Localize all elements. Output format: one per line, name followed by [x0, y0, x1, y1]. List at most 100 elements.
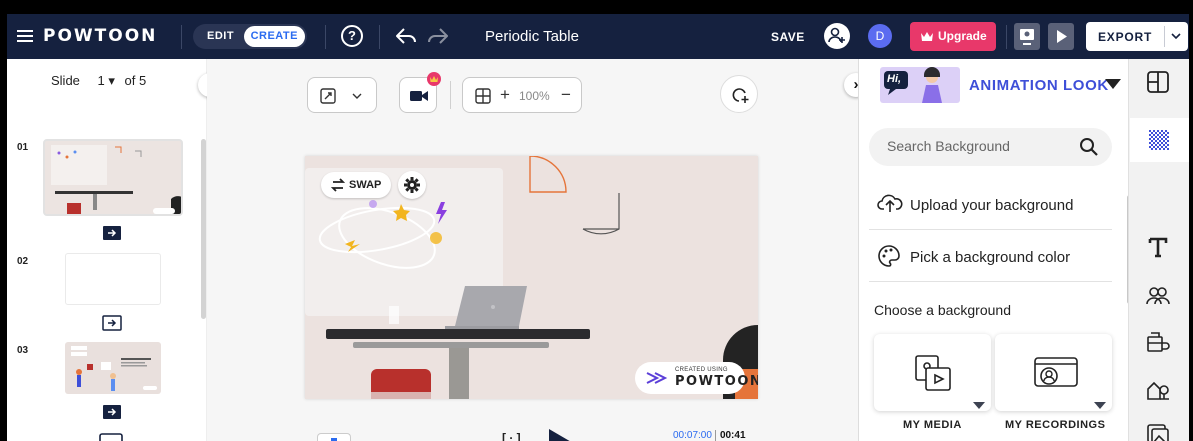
upgrade-button[interactable]: Upgrade — [910, 22, 996, 51]
animation-look-thumbnail[interactable]: Hi, — [880, 67, 960, 103]
recordings-icon — [1034, 357, 1078, 387]
swap-label: SWAP — [349, 179, 382, 191]
slide-number: 03 — [17, 345, 29, 356]
powtoon-logo-icon — [646, 372, 668, 384]
total-time: 00:41 — [714, 430, 746, 441]
slide-stage[interactable]: SWAP CREATED USING POWTOON — [305, 156, 758, 399]
crown-icon — [427, 72, 441, 86]
scenes-icon[interactable] — [1145, 377, 1171, 403]
badge-brand: POWTOON — [675, 374, 758, 389]
add-user-icon[interactable] — [824, 23, 850, 49]
play-icon[interactable] — [547, 429, 573, 441]
add-icon — [732, 88, 749, 103]
created-using-badge: CREATED USING POWTOON — [635, 362, 758, 394]
chevron-down-icon — [352, 93, 362, 99]
undo-icon[interactable] — [395, 26, 417, 46]
mode-toggle[interactable]: EDIT CREATE — [193, 24, 307, 49]
animation-look-title[interactable]: ANIMATION LOOK — [969, 77, 1109, 94]
palette-icon — [878, 245, 900, 267]
look-thumb-text: Hi, — [887, 73, 902, 85]
slide-total: of 5 — [124, 73, 147, 88]
grid-icon[interactable] — [475, 88, 491, 104]
checker-pattern-icon — [1149, 130, 1169, 150]
divider — [325, 25, 326, 49]
divider — [1164, 26, 1165, 47]
redo-icon[interactable] — [427, 26, 449, 46]
edit-mode-button[interactable]: EDIT — [207, 30, 234, 42]
transition-icon[interactable] — [99, 433, 123, 441]
chevron-down-icon[interactable] — [1170, 29, 1182, 43]
search-field[interactable] — [869, 128, 1112, 166]
my-media-card[interactable] — [874, 334, 991, 411]
create-mode-button[interactable]: CREATE — [243, 26, 305, 47]
swap-button[interactable]: SWAP — [321, 172, 392, 198]
powtoon-editor: POWTOON EDIT CREATE ? Periodic Table SAV… — [7, 14, 1189, 441]
transition-icon[interactable] — [102, 315, 122, 331]
record-button[interactable] — [399, 72, 441, 113]
choose-background-heading: Choose a background — [874, 302, 1011, 318]
export-label: EXPORT — [1098, 30, 1153, 44]
upgrade-label: Upgrade — [938, 29, 987, 43]
question-icon[interactable]: ? — [341, 25, 363, 47]
hamburger-icon[interactable] — [17, 27, 33, 45]
document-title[interactable]: Periodic Table — [485, 28, 579, 45]
transition-icon[interactable] — [102, 225, 122, 241]
resize-icon — [320, 88, 336, 104]
slide-number-select[interactable]: 1 ▾ — [98, 73, 115, 88]
save-button[interactable]: SAVE — [771, 30, 805, 44]
upload-background-option[interactable]: Upload your background — [869, 180, 1112, 230]
slide-counter: Slide 1 ▾ of 5 — [51, 73, 146, 89]
media-icon — [915, 355, 951, 391]
slide-thumbnail-3[interactable] — [65, 342, 161, 394]
zoom-level: 100% — [519, 89, 550, 103]
resize-dropdown[interactable] — [307, 77, 377, 113]
layout-icon[interactable] — [1145, 69, 1171, 95]
transition-icon[interactable] — [102, 404, 122, 420]
slides-panel: Slide 1 ▾ of 5 01 02 03 — [7, 59, 207, 441]
divider — [379, 25, 380, 49]
zoom-in-icon[interactable]: + — [500, 85, 510, 105]
chevron-down-icon[interactable] — [1094, 402, 1106, 409]
slide-number: 01 — [17, 142, 29, 153]
crown-icon — [921, 32, 933, 41]
play-preview-icon[interactable] — [1048, 23, 1074, 50]
my-recordings-card[interactable] — [995, 334, 1112, 411]
background-category-tab[interactable] — [1130, 118, 1189, 162]
divider — [181, 25, 182, 49]
search-input[interactable] — [887, 138, 1067, 154]
export-button[interactable]: EXPORT — [1086, 22, 1188, 51]
slide-label: Slide — [51, 73, 80, 88]
slides-scrollbar[interactable] — [201, 139, 206, 319]
slide-thumbnail-2[interactable] — [65, 253, 161, 305]
divider — [450, 81, 451, 109]
app-logo[interactable]: POWTOON — [43, 26, 157, 46]
canvas-area: + 100% − SWAP CREATED USING POWTOON [· … — [207, 59, 858, 441]
chevron-down-icon[interactable] — [1105, 79, 1121, 89]
cloud-upload-icon — [877, 194, 903, 212]
pick-color-option[interactable]: Pick a background color — [869, 232, 1112, 282]
search-icon[interactable] — [1079, 137, 1099, 157]
background-panel: Hi, ANIMATION LOOK Upload your backgroun… — [858, 59, 1132, 441]
presentation-icon[interactable] — [1014, 23, 1040, 50]
divider — [1006, 25, 1007, 49]
media-library-icon[interactable] — [1145, 422, 1171, 441]
badge-caption: CREATED USING — [675, 367, 728, 373]
props-icon[interactable] — [1145, 329, 1171, 355]
fullscreen-icon[interactable]: [ · ] — [502, 431, 521, 441]
chevron-down-icon[interactable] — [973, 402, 985, 409]
current-time: 00:07:00 — [673, 430, 712, 441]
timeline-start[interactable] — [317, 433, 351, 441]
pick-color-label: Pick a background color — [910, 249, 1071, 266]
slide-thumbnail-1[interactable] — [43, 139, 183, 216]
my-recordings-label: MY RECORDINGS — [1005, 419, 1106, 431]
avatar[interactable]: D — [868, 24, 892, 48]
characters-icon[interactable] — [1145, 283, 1171, 309]
swap-icon — [331, 178, 345, 192]
text-icon[interactable] — [1145, 234, 1171, 260]
add-element-button[interactable] — [720, 75, 758, 113]
gear-icon[interactable] — [398, 171, 426, 199]
camera-icon — [410, 91, 428, 101]
my-media-label: MY MEDIA — [903, 419, 962, 431]
zoom-out-icon[interactable]: − — [561, 85, 571, 105]
slide-number: 02 — [17, 256, 29, 267]
